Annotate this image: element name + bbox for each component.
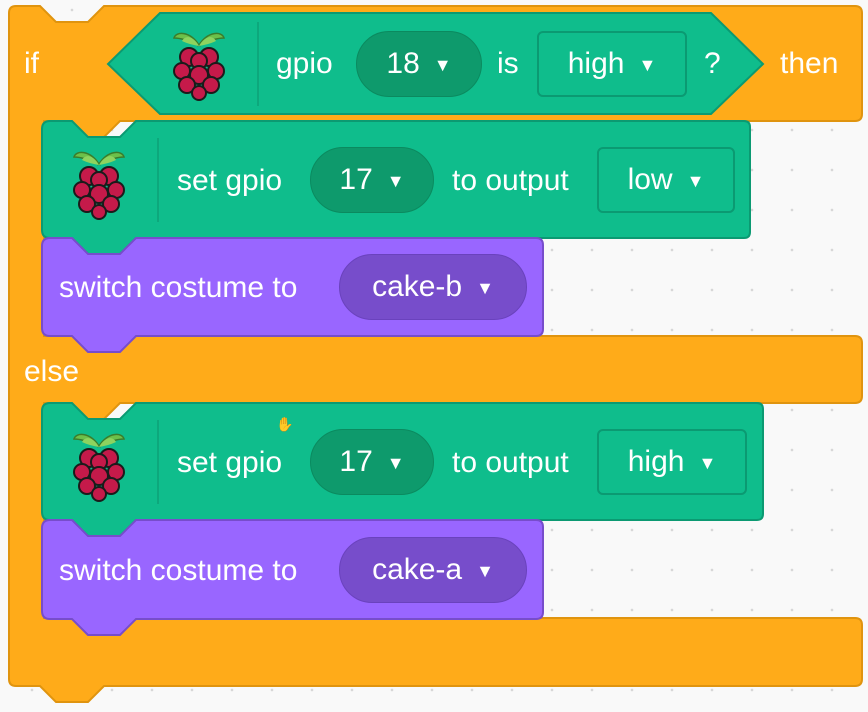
condition-gpio-label: gpio (276, 47, 333, 80)
caret-down-icon: ▼ (698, 453, 717, 473)
switch-costume-label: switch costume to (59, 554, 298, 587)
caret-down-icon: ▼ (433, 55, 452, 75)
set-gpio-pin-dropdown[interactable]: 17 ▼ (310, 147, 434, 213)
set-gpio-separator (157, 138, 159, 222)
condition-question-label: ? (704, 47, 721, 80)
switch-costume-label: switch costume to (59, 271, 298, 304)
set-gpio-level-dropdown[interactable]: low ▼ (597, 147, 735, 213)
then-label: then (780, 47, 839, 80)
condition-is-label: is (497, 47, 519, 80)
costume-value: cake-a (372, 553, 463, 586)
caret-down-icon: ▼ (686, 171, 705, 191)
set-gpio-level-value: low (627, 163, 673, 196)
set-gpio-level-value: high (627, 445, 685, 478)
grab-hand-icon: ✋ (276, 416, 294, 432)
blocks-canvas (8, 5, 863, 703)
costume-dropdown[interactable]: cake-a ▼ (339, 537, 527, 603)
set-gpio-pin-value: 17 (339, 445, 373, 478)
condition-pin-value: 18 (386, 47, 420, 80)
caret-down-icon: ▼ (386, 453, 405, 473)
costume-value: cake-b (372, 270, 463, 303)
set-gpio-pin-value: 17 (339, 163, 373, 196)
raspberry-pi-icon (173, 32, 225, 101)
caret-down-icon: ▼ (386, 171, 405, 191)
set-gpio-label: set gpio (177, 446, 283, 479)
set-gpio-pin-dropdown[interactable]: 17 ▼ (310, 429, 434, 495)
raspberry-pi-icon (73, 433, 125, 502)
condition-state-value: high (567, 47, 625, 80)
to-output-label: to output (452, 164, 569, 197)
set-gpio-level-dropdown[interactable]: high ▼ (597, 429, 747, 495)
condition-state-dropdown[interactable]: high ▼ (537, 31, 687, 97)
set-gpio-separator (157, 420, 159, 504)
caret-down-icon: ▼ (476, 561, 494, 581)
raspberry-pi-icon (73, 151, 125, 220)
costume-dropdown[interactable]: cake-b ▼ (339, 254, 527, 320)
to-output-label: to output (452, 446, 569, 479)
set-gpio-label: set gpio (177, 164, 283, 197)
code-workspace[interactable]: if then gpio 18 ▼ is high ▼ ? set gpio 1… (0, 0, 868, 712)
if-label: if (24, 47, 39, 80)
else-label: else (24, 355, 80, 388)
caret-down-icon: ▼ (638, 55, 657, 75)
condition-separator (257, 22, 259, 106)
caret-down-icon: ▼ (476, 278, 494, 298)
condition-pin-dropdown[interactable]: 18 ▼ (356, 31, 482, 97)
